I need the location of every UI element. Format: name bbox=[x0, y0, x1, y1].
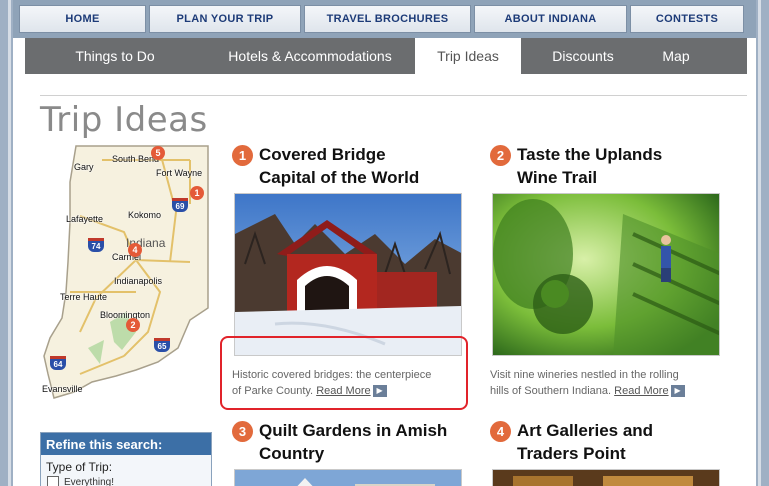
map-pin-1[interactable]: 1 bbox=[190, 186, 204, 200]
page-title: Trip Ideas bbox=[40, 100, 208, 140]
trip-description: Visit nine wineries nestled in the rolli… bbox=[490, 367, 730, 399]
map-city-terre-haute: Terre Haute bbox=[60, 292, 108, 302]
trip-title[interactable]: Art Galleries and Traders Point bbox=[517, 419, 653, 465]
quilt-gardens-photo[interactable] bbox=[234, 469, 462, 486]
trip-number-badge: 4 bbox=[490, 421, 511, 442]
highway-69-icon: 69 bbox=[172, 198, 188, 212]
tab-things-to-do[interactable]: Things to Do bbox=[25, 38, 205, 74]
map-city-fort-wayne: Fort Wayne bbox=[156, 168, 203, 178]
trip-type-label: Type of Trip: bbox=[46, 460, 113, 474]
refine-search-panel: Refine this search: Type of Trip: Everyt… bbox=[40, 432, 212, 486]
map-pin-5[interactable]: 5 bbox=[151, 146, 165, 160]
map-city-lafayette: Lafayette bbox=[66, 214, 104, 224]
top-nav-about-indiana[interactable]: ABOUT INDIANA bbox=[474, 5, 627, 33]
tab-trip-ideas[interactable]: Trip Ideas bbox=[415, 38, 521, 74]
section-nav: Things to Do Hotels & Accommodations Tri… bbox=[25, 38, 747, 74]
trip-title[interactable]: Taste the Uplands Wine Trail bbox=[517, 143, 662, 189]
map-city-bloomington: Bloomington bbox=[100, 310, 151, 320]
trip-title-line: Country bbox=[259, 444, 325, 463]
highway-64-icon: 64 bbox=[50, 356, 66, 370]
trip-description-line: Visit nine wineries nestled in the rolli… bbox=[490, 369, 679, 381]
trip-title-line: Traders Point bbox=[517, 444, 626, 463]
trip-card-art-galleries: 4 Art Galleries and Traders Point bbox=[490, 419, 730, 486]
arrow-right-icon[interactable]: ▶ bbox=[670, 385, 685, 398]
trip-type-checkbox[interactable] bbox=[47, 476, 59, 486]
covered-bridge-photo[interactable] bbox=[234, 193, 462, 356]
tab-map[interactable]: Map bbox=[645, 38, 707, 74]
map-city-kokomo: Kokomo bbox=[128, 210, 162, 220]
top-nav-travel-brochures[interactable]: TRAVEL BROCHURES bbox=[304, 5, 471, 33]
trip-title-line: Capital of the World bbox=[259, 168, 420, 187]
top-nav: HOME PLAN YOUR TRIP TRAVEL BROCHURES ABO… bbox=[13, 0, 756, 38]
top-nav-plan-your-trip[interactable]: PLAN YOUR TRIP bbox=[149, 5, 301, 33]
top-nav-contests[interactable]: CONTESTS bbox=[630, 5, 744, 33]
map-city-gary: Gary bbox=[74, 162, 94, 172]
tab-discounts[interactable]: Discounts bbox=[521, 38, 645, 74]
map-pin-2[interactable]: 2 bbox=[126, 318, 140, 332]
highway-65-icon: 65 bbox=[154, 338, 170, 352]
trip-number-badge: 3 bbox=[232, 421, 253, 442]
divider bbox=[40, 95, 747, 96]
map-city-evansville: Evansville bbox=[42, 384, 83, 394]
map-city-indianapolis: Indianapolis bbox=[114, 276, 163, 286]
top-nav-home[interactable]: HOME bbox=[19, 5, 146, 33]
highlight-box bbox=[220, 336, 468, 410]
trip-title-line: Wine Trail bbox=[517, 168, 598, 187]
map-pin-4[interactable]: 4 bbox=[128, 243, 142, 257]
window-frame-right bbox=[756, 0, 769, 486]
tab-hotels-accommodations[interactable]: Hotels & Accommodations bbox=[205, 38, 415, 74]
trip-card-wine-trail: 2 Taste the Uplands Wine Trail Visit nin… bbox=[490, 143, 730, 403]
vineyard-photo[interactable] bbox=[492, 193, 720, 356]
trip-title[interactable]: Covered Bridge Capital of the World bbox=[259, 143, 419, 189]
art-gallery-photo[interactable] bbox=[492, 469, 720, 486]
highway-74-icon: 74 bbox=[88, 238, 104, 252]
trip-title[interactable]: Quilt Gardens in Amish Country bbox=[259, 419, 447, 465]
trip-card-quilt-gardens: 3 Quilt Gardens in Amish Country bbox=[232, 419, 482, 486]
trip-number-badge: 1 bbox=[232, 145, 253, 166]
trip-title-line: Covered Bridge bbox=[259, 145, 386, 164]
read-more-link[interactable]: Read More bbox=[614, 385, 668, 397]
trip-title-line: Art Galleries and bbox=[517, 421, 654, 440]
trip-title-line: Quilt Gardens in Amish bbox=[259, 421, 448, 440]
trip-type-option[interactable]: Everything! bbox=[41, 476, 211, 486]
trip-description-line: hills of Southern Indiana. bbox=[490, 385, 612, 397]
trip-type-option-label: Everything! bbox=[64, 476, 115, 486]
indiana-map[interactable]: South Bend Gary Fort Wayne Lafayette Kok… bbox=[40, 142, 212, 400]
refine-search-heading: Refine this search: bbox=[41, 433, 211, 455]
trip-number-badge: 2 bbox=[490, 145, 511, 166]
window-frame-left bbox=[0, 0, 13, 486]
trip-title-line: Taste the Uplands bbox=[517, 145, 663, 164]
